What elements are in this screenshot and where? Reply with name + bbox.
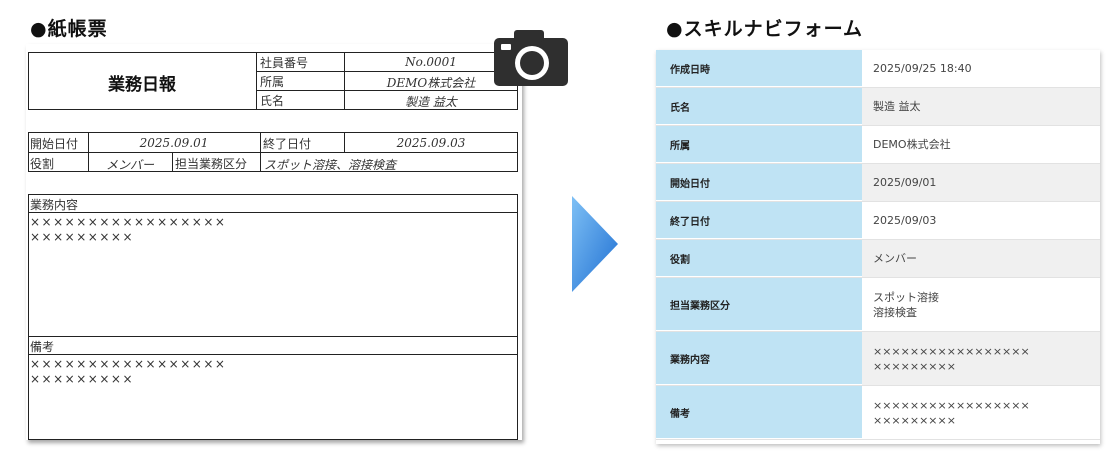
employee-number-value: No.0001 [405,55,457,69]
form-row-label: 役割 [656,240,862,277]
end-date-value: 2025.09.03 [396,136,466,150]
skillnavi-section-title: ●スキルナビフォーム [666,18,864,40]
start-date-value: 2025.09.01 [139,136,209,150]
form-row: 開始日付 2025/09/01 [656,164,1100,202]
category-value: スポット溶接、溶接検査 [264,158,397,172]
form-row-value: 2025/09/03 [873,214,937,227]
paper-form-title: 業務日報 [108,75,176,95]
category-label: 担当業務区分 [175,157,248,171]
employee-number-label: 社員番号 [260,56,309,70]
work-label: 業務内容 [30,198,79,212]
form-row-label: 作成日時 [656,50,862,87]
form-row: 作成日時 2025/09/25 18:40 [656,50,1100,88]
notes-line: ××××××××× [30,372,134,386]
name-label: 氏名 [260,94,285,108]
form-row: 終了日付 2025/09/03 [656,202,1100,240]
department-value: DEMO株式会社 [386,76,476,90]
form-row: 備考 ××××××××××××××××× ××××××××× [656,386,1100,440]
name-value: 製造 益太 [405,95,457,109]
form-row-value: DEMO株式会社 [873,138,951,151]
paper-form: 業務日報 社員番号 No.0001 所属 DEMO株式会社 氏名 製造 益太 開… [26,44,522,440]
role-value: メンバー [105,158,154,172]
paper-section-title: ●紙帳票 [30,18,108,40]
form-row-value: 製造 益太 [862,88,1100,125]
form-row: 担当業務区分 スポット溶接 溶接検査 [656,278,1100,332]
skillnavi-form: 作成日時 2025/09/25 18:40 氏名 製造 益太 所属 DEMO株式… [656,50,1100,444]
form-row-label: 開始日付 [656,164,862,201]
form-row-value: ××××××××××××××××× ××××××××× [862,332,1100,385]
form-row-label: 業務内容 [656,332,862,385]
form-row-label: 備考 [656,386,862,439]
start-date-label: 開始日付 [30,137,79,151]
role-label: 役割 [30,157,55,171]
form-row-label: 氏名 [656,88,862,125]
form-row-label: 担当業務区分 [656,278,862,331]
form-row-value: メンバー [862,240,1100,277]
work-line: ××××××××× [30,230,134,244]
form-row-value: ××××××××××××××××× ××××××××× [873,398,1030,427]
end-date-label: 終了日付 [263,137,312,151]
form-row: 役割 メンバー [656,240,1100,278]
form-row: 業務内容 ××××××××××××××××× ××××××××× [656,332,1100,386]
form-row: 所属 DEMO株式会社 [656,126,1100,164]
form-row-value: 2025/09/25 18:40 [873,62,972,75]
work-line: ××××××××××××××××× [30,215,227,229]
notes-line: ××××××××××××××××× [30,357,227,371]
notes-label: 備考 [30,340,55,354]
form-row-value: 2025/09/01 [862,164,1100,201]
form-row-label: 所属 [656,126,862,163]
camera-icon [494,30,568,86]
form-row-label: 終了日付 [656,202,862,239]
department-label: 所属 [260,75,285,89]
form-row: 氏名 製造 益太 [656,88,1100,126]
form-row-value: スポット溶接 溶接検査 [873,290,939,319]
arrow-right-icon [572,196,618,292]
